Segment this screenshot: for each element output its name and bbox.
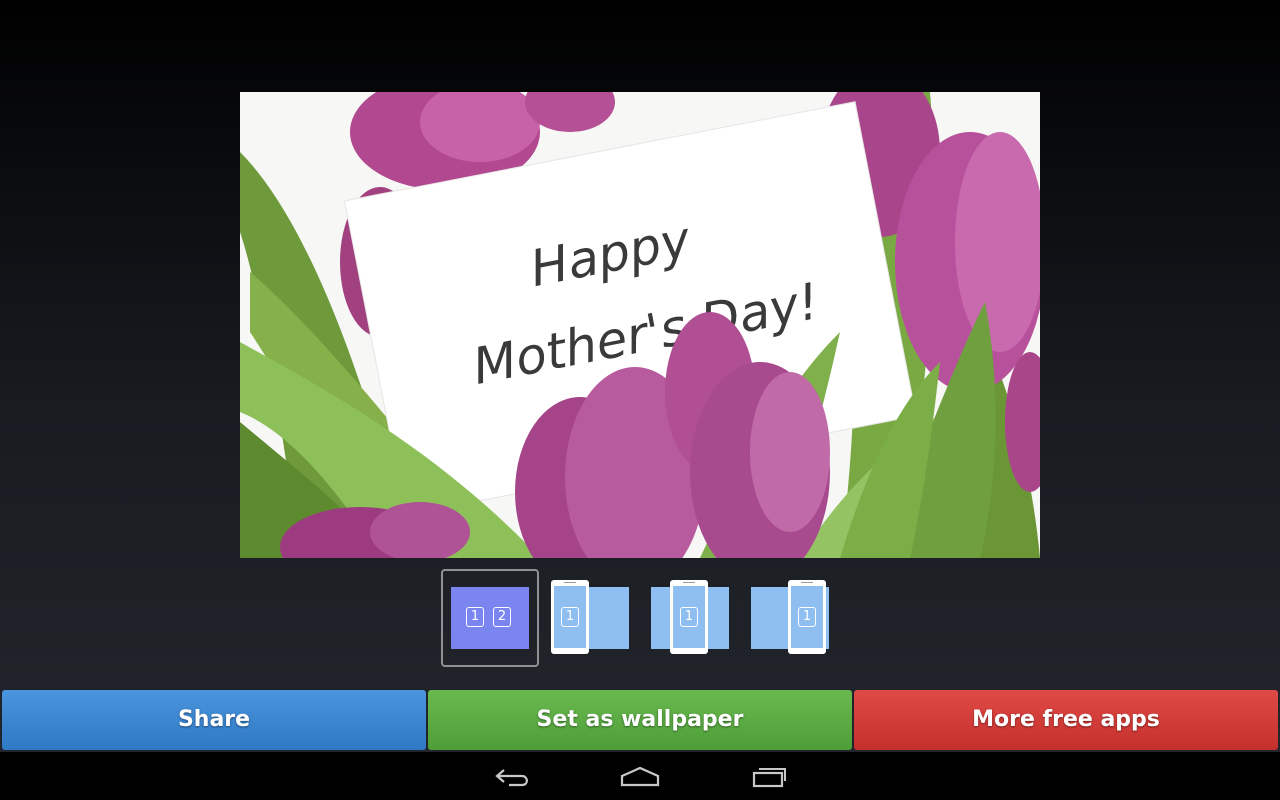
wallpaper-preview-image: Happy Mother's Day! bbox=[240, 92, 1040, 558]
crop-preview-wide bbox=[451, 587, 529, 649]
crop-label-1: 1 bbox=[561, 607, 579, 627]
set-as-wallpaper-button[interactable]: Set as wallpaper bbox=[428, 690, 852, 750]
crop-options: 1 2 1 1 1 bbox=[440, 568, 840, 668]
tulips-photo: Happy Mother's Day! bbox=[240, 92, 1040, 558]
system-navigation-bar bbox=[0, 752, 1280, 800]
crop-label-1: 1 bbox=[466, 607, 484, 627]
back-icon[interactable] bbox=[482, 760, 542, 794]
crop-option-scrolling[interactable]: 1 2 bbox=[440, 568, 540, 668]
share-button[interactable]: Share bbox=[2, 690, 426, 750]
crop-option-right[interactable]: 1 bbox=[740, 568, 840, 668]
crop-option-left[interactable]: 1 bbox=[540, 568, 640, 668]
crop-label-2: 2 bbox=[493, 607, 511, 627]
crop-option-center[interactable]: 1 bbox=[640, 568, 740, 668]
home-icon[interactable] bbox=[610, 760, 670, 794]
more-free-apps-button[interactable]: More free apps bbox=[854, 690, 1278, 750]
wallpaper-preview-screen: Happy Mother's Day! 1 2 1 1 1 Share Set … bbox=[0, 0, 1280, 752]
crop-label-1: 1 bbox=[680, 607, 698, 627]
recent-apps-icon[interactable] bbox=[738, 760, 798, 794]
crop-label-1: 1 bbox=[798, 607, 816, 627]
